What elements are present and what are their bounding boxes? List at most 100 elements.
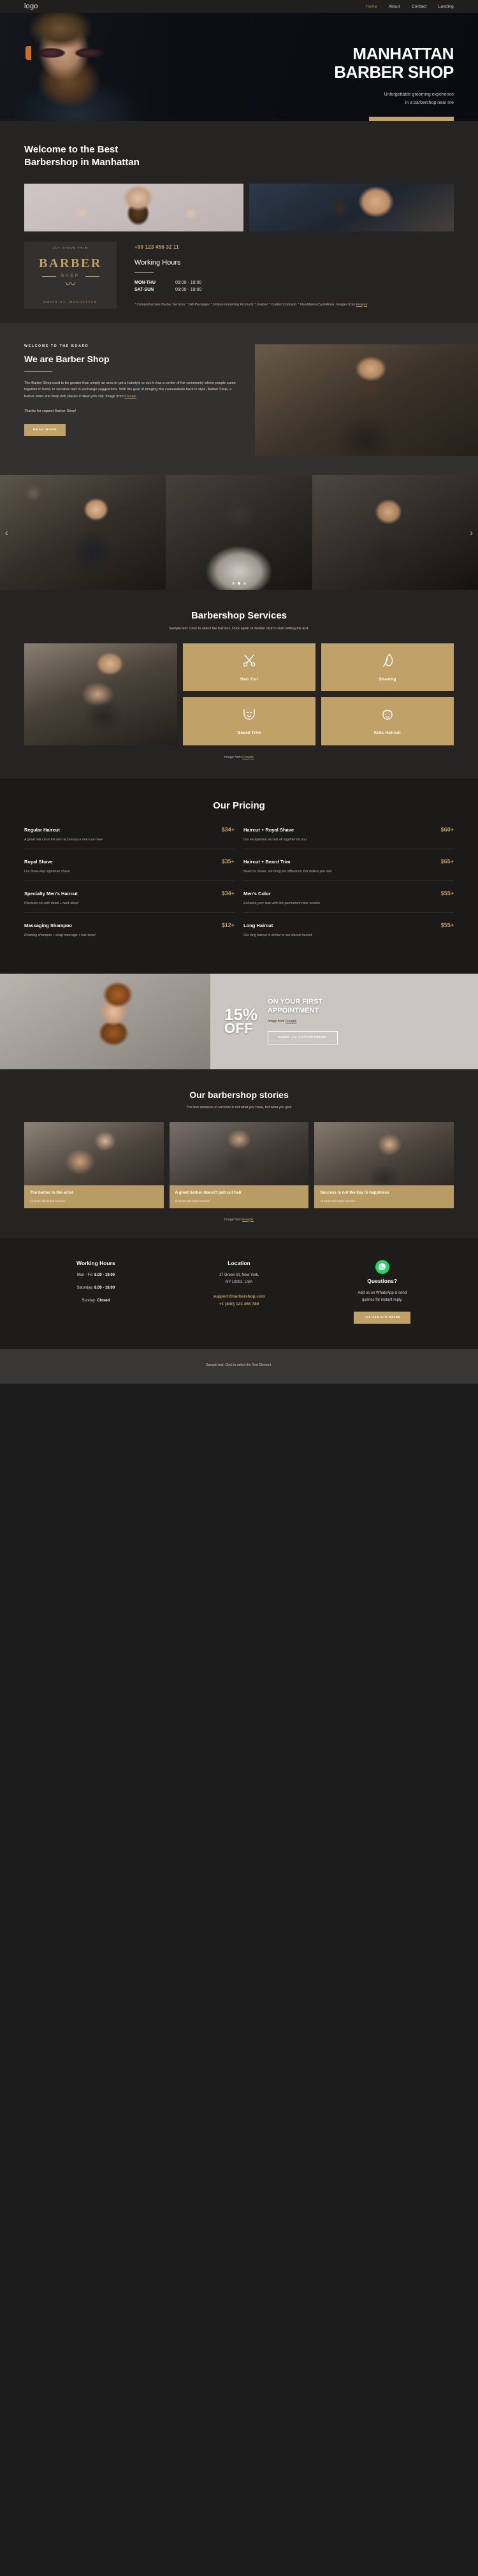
service-card-kids-haircut[interactable]: Kids Haircut — [321, 697, 454, 745]
pricing-item-desc: Our exceptional secrets all together for… — [243, 837, 307, 842]
pricing-section: Our Pricing Regular Haircut $34+ A great… — [0, 778, 478, 974]
story-title: A great barber doesn't just cut hair — [175, 1190, 242, 1196]
divider — [24, 370, 52, 372]
stories-grid: The barber is the artist 18 shots with b… — [24, 1122, 454, 1208]
stories-section: Our barbershop stories The true measure … — [0, 1069, 478, 1238]
nav-item-about[interactable]: About — [389, 4, 400, 9]
pricing-item-name: Regular Haircut — [24, 826, 60, 833]
hero-content: MANHATTAN BARBER SHOP Unforgettable groo… — [263, 45, 454, 121]
fineprint-text: * Comprehensive Barber Services * Gift P… — [134, 302, 356, 307]
welcome-fineprint: * Comprehensive Barber Services * Gift P… — [134, 302, 454, 308]
board-thanks: Thanks for support Barber Shop! — [24, 409, 76, 414]
working-hours-row: MON-THU 09:00 - 19:00 — [134, 281, 454, 285]
service-label: Shaving — [379, 677, 396, 682]
pricing-item-desc: Enhance your look with this permanent co… — [243, 901, 320, 905]
pricing-item-price: $60+ — [440, 826, 454, 833]
pricing-heading: Our Pricing — [213, 800, 265, 811]
footer-email[interactable]: support@barbershop.com — [213, 1294, 264, 1299]
pricing-item: Haircut + Royal Shave $60+ Our exception… — [243, 826, 454, 849]
emblem-arc-top: CUT·SHAVE·TRIM — [52, 246, 89, 249]
hero-book-appointment-button[interactable]: BOOK AN APPOINTMENT — [369, 117, 454, 121]
promo-content: 15% OFF ON YOUR FIRST APPOINTMENT Image … — [210, 974, 478, 1069]
service-card-hair-cut[interactable]: Hair Cut — [183, 643, 315, 691]
copyright-bar: Sample text. Click to select the Text El… — [0, 1349, 478, 1384]
whatsapp-icon[interactable] — [375, 1259, 389, 1274]
footer-questions-line-1: Add us on WhatsApp & send — [358, 1291, 407, 1295]
service-card-beard-trim[interactable]: Beard Trim — [183, 697, 315, 745]
promo-credit-link[interactable]: Freepik — [286, 1020, 296, 1023]
nav-item-landing[interactable]: Landing — [438, 4, 454, 9]
read-more-button[interactable]: READ MORE — [24, 424, 66, 437]
pricing-item-name: Royal Shave — [24, 858, 53, 865]
nav-item-home[interactable]: Home — [366, 4, 377, 9]
welcome-photo-beard-man — [24, 183, 243, 231]
services-credit-link[interactable]: Freepik — [242, 756, 254, 759]
welcome-heading-line-2: Barbershop in Manhattan — [24, 157, 140, 168]
promo-credit-prefix: Image from — [268, 1020, 286, 1024]
about-board-section: WELCOME TO THE BOARD We are Barber Shop … — [0, 322, 478, 475]
hero-gradient-overlay — [134, 13, 249, 121]
pricing-item-header: Massaging Shampoo $12+ — [24, 922, 235, 928]
service-card-shaving[interactable]: Shaving — [321, 643, 454, 691]
pricing-grid: Regular Haircut $34+ A great hair cut is… — [24, 826, 454, 953]
footer-location-column: Location 17 Green St, New York, NY 10002… — [168, 1260, 311, 1324]
emblem-shop-text: SHOP — [38, 274, 103, 278]
nav-item-contact[interactable]: Contact — [412, 4, 427, 9]
pricing-item-desc: Relaxing shampoo + scalp massage + hair … — [24, 933, 96, 937]
board-credit-link[interactable]: Freepik — [124, 395, 136, 399]
contact-phone[interactable]: +90 123 456 32 11 — [134, 244, 454, 250]
carousel-dots — [232, 582, 246, 585]
hero-subtitle: Unforgettable grooming experience in a b… — [263, 91, 454, 108]
stories-heading: Our barbershop stories — [189, 1089, 289, 1100]
footer-hours-row: Saturday: 8.00 - 18.00 — [24, 1285, 168, 1292]
carousel-slide — [0, 474, 166, 590]
story-subtitle: 18 shots with brand sensors — [30, 1199, 65, 1203]
razor-icon — [380, 653, 395, 671]
board-body: The Barber Shop used to be greater than … — [24, 380, 236, 401]
carousel-dot-active[interactable] — [238, 582, 240, 585]
moustache-icon: 〰 — [65, 279, 76, 290]
hero-title-line-1: MANHATTAN — [352, 44, 454, 63]
pricing-item-price: $65+ — [440, 858, 454, 865]
carousel-dot[interactable] — [232, 582, 235, 585]
whatsapp-number-button[interactable]: +12-345-678-89089 — [353, 1312, 411, 1324]
pricing-item-desc: A great hair cut is the best accessory a… — [24, 837, 103, 842]
page-root: logo Home About Contact Landing MANHATTA… — [0, 0, 478, 1384]
hero-subtitle-line-2: in a barbershop near me — [405, 101, 454, 106]
story-card[interactable]: The barber is the artist 18 shots with b… — [24, 1122, 164, 1208]
service-label: Hair Cut — [240, 677, 258, 682]
pricing-item-price: $55+ — [440, 889, 454, 896]
hero-title: MANHATTAN BARBER SHOP — [263, 45, 454, 81]
barber-emblem-card: CUT·SHAVE·TRIM BARBER SHOP 〰 SMITH ST. M… — [24, 241, 117, 309]
story-title: The barber is the artist — [30, 1190, 73, 1196]
site-footer: Working Hours Mon - Fri: 8.00 - 19.00 Sa… — [0, 1238, 478, 1350]
site-logo[interactable]: logo — [24, 3, 38, 10]
story-card[interactable]: A great barber doesn't just cut hair 18 … — [169, 1122, 309, 1208]
footer-phone[interactable]: +1 (800) 123 456 789 — [219, 1302, 259, 1306]
stories-credit-link[interactable]: Freepik — [242, 1218, 254, 1222]
gallery-carousel[interactable]: ‹ › — [0, 474, 478, 590]
carousel-dot[interactable] — [243, 582, 246, 585]
services-credit-prefix: Image from — [224, 755, 243, 759]
site-header: logo Home About Contact Landing — [0, 0, 478, 13]
fineprint-credit-link[interactable]: Freepik — [356, 303, 368, 307]
story-caption: Success is not the key to happiness 18 s… — [314, 1185, 454, 1208]
story-subtitle: 18 shots with brand sensors — [175, 1199, 210, 1203]
carousel-next-icon[interactable]: › — [470, 527, 473, 538]
services-image-credit: Image from Freepik — [24, 756, 454, 759]
carousel-prev-icon[interactable]: ‹ — [5, 527, 8, 538]
hero-title-line-2: BARBER SHOP — [334, 62, 454, 82]
story-card[interactable]: Success is not the key to happiness 18 s… — [314, 1122, 454, 1208]
barber-emblem: CUT·SHAVE·TRIM BARBER SHOP 〰 SMITH ST. M… — [38, 245, 103, 304]
pricing-item-desc: Beard or Shave, we bring the difference … — [243, 869, 332, 874]
services-section: Barbershop Services Sample text. Click t… — [0, 589, 478, 779]
welcome-heading: Welcome to the Best Barbershop in Manhat… — [24, 143, 454, 170]
footer-hours-value: Closed — [97, 1299, 110, 1303]
footer-hours-title: Working Hours — [76, 1259, 115, 1266]
promo-book-appointment-button[interactable]: BOOK AN APPOINTMENT — [268, 1031, 338, 1045]
carousel-slide — [312, 474, 478, 590]
pricing-item: Royal Shave $35+ Our three-step signatur… — [24, 858, 235, 881]
services-grid: Hair Cut Shaving Beard Trim Kids Haircut — [24, 643, 454, 745]
footer-hours-column: Working Hours Mon - Fri: 8.00 - 19.00 Sa… — [24, 1260, 168, 1324]
pricing-item-header: Haircut + Beard Trim $65+ — [243, 858, 454, 865]
